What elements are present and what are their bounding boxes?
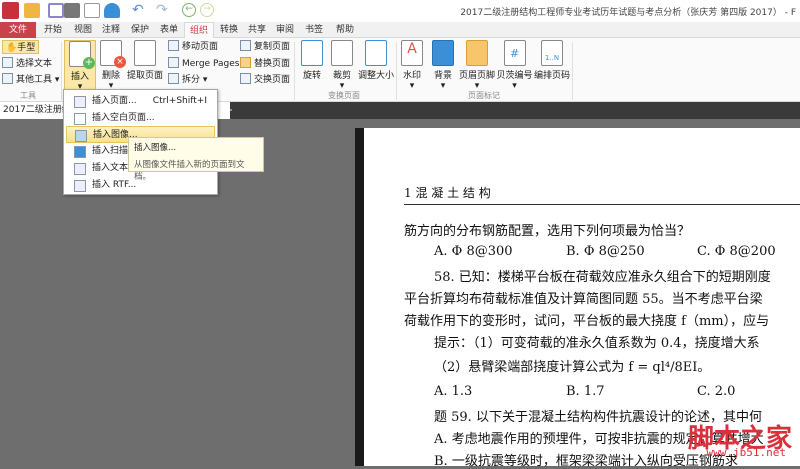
- watermark-url: www.jb51.net: [706, 446, 786, 459]
- tab-convert[interactable]: 转换: [216, 22, 242, 38]
- tab-help[interactable]: 帮助: [332, 22, 358, 38]
- header-footer-icon: [466, 40, 488, 66]
- copy-pages-button[interactable]: 复制页面: [240, 40, 290, 54]
- hand-icon: ✋: [6, 43, 18, 53]
- cloud-icon[interactable]: [104, 3, 120, 18]
- insert-page-icon: +: [69, 41, 95, 69]
- menu-item-insert-blank-page[interactable]: 插入空白页面...: [66, 110, 215, 127]
- option-a: A. 1.3: [434, 384, 473, 399]
- merge-pages-button[interactable]: Merge Pages: [168, 57, 239, 71]
- tooltip-description: 从图像文件插入新的页面到文档。: [134, 160, 245, 182]
- app-logo: [2, 2, 19, 19]
- text-line: 筋方向的分布钢筋配置，选用下列何项最为恰当？: [404, 224, 691, 239]
- rtf-file-icon: [74, 180, 86, 192]
- text-file-icon: [74, 163, 86, 175]
- tooltip: 插入图像... 从图像文件插入新的页面到文档。: [128, 137, 264, 182]
- swap-pages-button[interactable]: 交换页面: [240, 73, 290, 87]
- split-icon: [168, 73, 179, 84]
- tab-file[interactable]: 文件: [0, 22, 36, 38]
- ribbon-tabs: 文件 开始 视图 注释 保护 表单 组织 转换 共享 审阅 书签 帮助: [0, 22, 800, 38]
- move-pages-button[interactable]: 移动页面: [168, 40, 218, 54]
- replace-page-icon: [240, 57, 251, 68]
- formula-line: （2）悬臂梁端部挠度计算公式为 f = ql⁴/8EI。: [434, 360, 711, 375]
- image-icon: [75, 130, 87, 142]
- tab-protect[interactable]: 保护: [127, 22, 153, 38]
- open-folder-icon[interactable]: [24, 3, 40, 18]
- new-tab-button[interactable]: +: [223, 103, 233, 117]
- watermark-icon: A: [401, 40, 423, 66]
- tab-view[interactable]: 视图: [70, 22, 96, 38]
- hand-tool-button[interactable]: ✋手型: [2, 40, 40, 54]
- text-line: 荷载作用下的变形时，试问，平台板的最大挠度 f（mm），应与: [404, 314, 770, 329]
- tab-share[interactable]: 共享: [244, 22, 270, 38]
- replace-pages-button[interactable]: 替换页面: [240, 57, 290, 71]
- rotate-icon: [301, 40, 323, 66]
- extract-pages-icon: [134, 40, 156, 66]
- bates-number-button[interactable]: # 贝茨编号 ▾: [496, 40, 533, 91]
- shortcut-label: Ctrl+Shift+I: [152, 96, 207, 106]
- page-number-button[interactable]: 1..N 编排页码: [534, 40, 570, 81]
- other-tools-button[interactable]: 其他工具 ▾: [2, 73, 59, 87]
- blank-page-icon: [74, 113, 86, 125]
- resize-icon: [365, 40, 387, 66]
- crop-icon: [331, 40, 353, 66]
- insert-button[interactable]: + 插入 ▾: [64, 40, 96, 92]
- background-icon: [432, 40, 454, 66]
- tab-bookmark[interactable]: 书签: [301, 22, 327, 38]
- scanner-icon: [74, 146, 86, 158]
- option-b: B. 1.7: [566, 384, 605, 399]
- page-header: 1 混 凝 土 结 构: [404, 186, 491, 200]
- insert-page-icon: [74, 96, 86, 108]
- rotate-button[interactable]: 旋转: [298, 40, 326, 81]
- text-line: 提示：（1）可变荷载的准永久值系数为 0.4，挠度增大系: [434, 336, 760, 351]
- forward-icon[interactable]: →: [200, 3, 214, 17]
- copy-page-icon: [240, 40, 251, 51]
- delete-button[interactable]: × 删除 ▾: [96, 40, 126, 91]
- group-label-page-marks: 页面标记: [468, 91, 500, 100]
- back-icon[interactable]: ←: [182, 3, 196, 17]
- pdf-page: 1 混 凝 土 结 构 筋方向的分布钢筋配置，选用下列何项最为恰当？ A. Φ …: [355, 128, 800, 469]
- print-icon[interactable]: [64, 3, 80, 18]
- resize-button[interactable]: 调整大小: [357, 40, 395, 81]
- option-b: B. Φ 8@250: [566, 244, 645, 259]
- save-icon[interactable]: [48, 3, 64, 18]
- cursor-icon: [2, 57, 13, 68]
- text-line: 58. 已知：楼梯平台板在荷载效应准永久组合下的短期刚度: [434, 270, 771, 285]
- text-line: 平台折算均布荷载标准值及计算简图同题 55。当不考虑平台梁: [404, 292, 763, 307]
- redo-icon[interactable]: ↷: [156, 2, 168, 18]
- menu-item-insert-page[interactable]: 插入页面... Ctrl+Shift+I: [66, 93, 215, 110]
- page-number-icon: 1..N: [541, 40, 563, 66]
- email-icon[interactable]: [84, 3, 100, 18]
- tools-icon: [2, 73, 13, 84]
- extract-pages-button[interactable]: 提取页面: [126, 40, 164, 81]
- select-text-button[interactable]: 选择文本: [2, 57, 52, 71]
- undo-icon[interactable]: ↶: [132, 2, 144, 18]
- merge-icon: [168, 57, 179, 68]
- crop-button[interactable]: 裁剪 ▾: [328, 40, 356, 91]
- tab-comment[interactable]: 注释: [98, 22, 124, 38]
- delete-page-icon: ×: [100, 40, 126, 68]
- option-c: C. 2.0: [697, 384, 736, 399]
- option-c: C. Φ 8@200: [697, 244, 776, 259]
- watermark-button[interactable]: A 水印 ▾: [400, 40, 424, 91]
- window-title: 2017二级注册结构工程师专业考试历年试题与考点分析（张庆芳 第四版 2017）…: [460, 8, 796, 18]
- header-footer-button[interactable]: 页眉页脚 ▾: [459, 40, 495, 91]
- move-page-icon: [168, 40, 179, 51]
- option-a: A. Φ 8@300: [434, 244, 513, 259]
- group-label-transform: 变换页面: [328, 91, 360, 100]
- split-button[interactable]: 拆分 ▾: [168, 73, 207, 87]
- tab-organize[interactable]: 组织: [184, 22, 214, 38]
- title-bar: ↶ ↷ ← → 2017二级注册结构工程师专业考试历年试题与考点分析（张庆芳 第…: [0, 0, 800, 22]
- background-button[interactable]: 背景 ▾: [430, 40, 456, 91]
- tab-home[interactable]: 开始: [40, 22, 66, 38]
- tab-form[interactable]: 表单: [156, 22, 182, 38]
- tooltip-title: 插入图像...: [134, 143, 177, 153]
- bates-icon: #: [503, 40, 526, 66]
- tab-review[interactable]: 审阅: [272, 22, 298, 38]
- group-label-tools: 工具: [20, 91, 36, 100]
- swap-page-icon: [240, 73, 251, 84]
